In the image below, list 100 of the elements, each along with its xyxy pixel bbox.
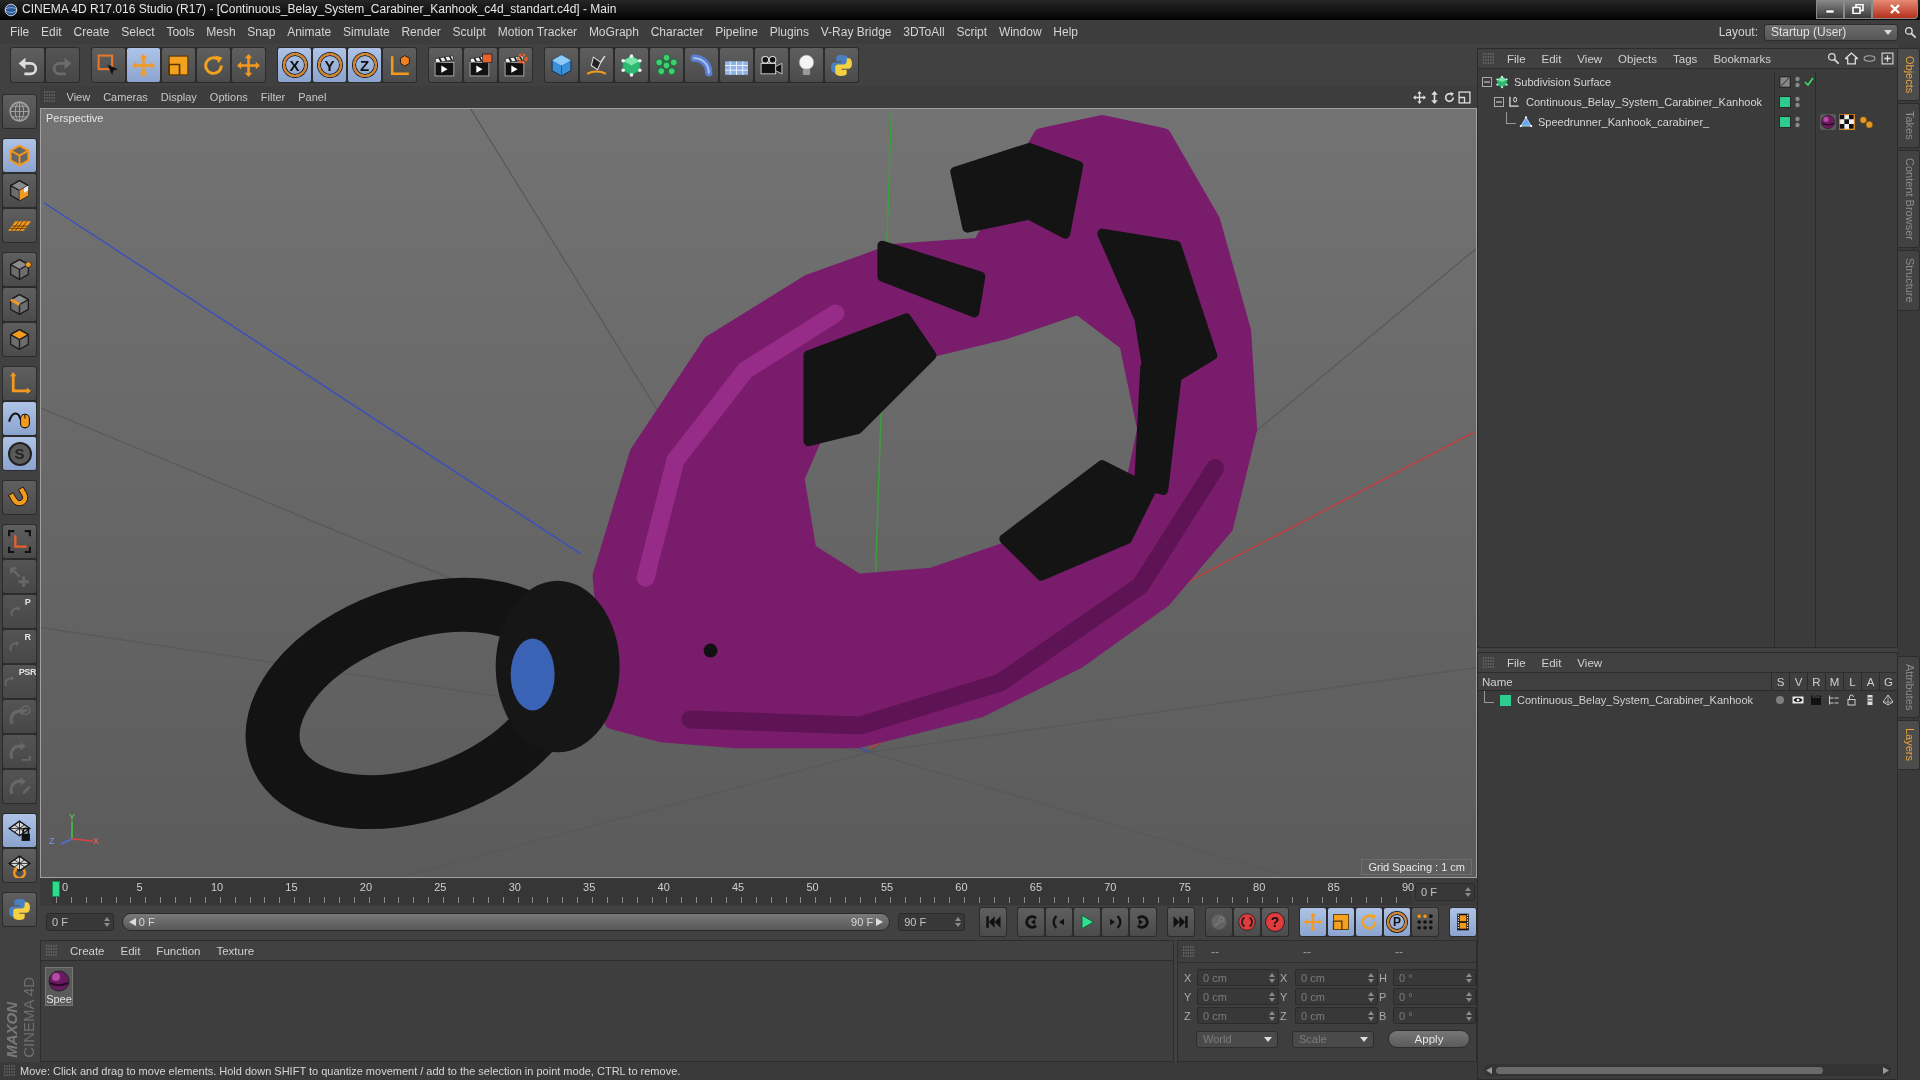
cloner-button[interactable] [650, 48, 683, 82]
menu-item[interactable]: Snap [241, 21, 282, 43]
layer-name[interactable]: Continuous_Belay_System_Carabiner_Kanhook [1517, 694, 1754, 706]
previous-key-button[interactable] [1018, 908, 1044, 936]
column-header[interactable]: Name [1478, 673, 1771, 690]
viewport-menu-item[interactable]: Display [154, 91, 204, 103]
menu-item[interactable]: Help [1047, 21, 1084, 43]
viewport-menu-item[interactable]: Panel [291, 91, 333, 103]
pen-button[interactable] [580, 48, 613, 82]
camera-button[interactable] [755, 48, 788, 82]
layer-color-icon[interactable] [1500, 694, 1511, 706]
floor-button[interactable] [720, 48, 753, 82]
menu-item[interactable]: 3DToAll [897, 21, 951, 43]
point-level-button[interactable] [1412, 908, 1438, 936]
autokey-button[interactable] [1234, 908, 1260, 936]
menu-item[interactable]: V-Ray Bridge [814, 21, 898, 43]
deformer-button[interactable] [685, 48, 718, 82]
menu-item[interactable]: File [4, 21, 36, 43]
parameter-key-button[interactable]: P [1384, 908, 1410, 936]
workplane-mode-button[interactable] [3, 209, 36, 242]
layer-menu-item[interactable]: File [1499, 656, 1534, 669]
layer-color-icon[interactable] [1779, 116, 1791, 128]
column-header[interactable]: G [1879, 673, 1897, 690]
scale-button[interactable] [162, 48, 195, 82]
column-header[interactable]: R [1807, 673, 1825, 690]
coordinate-system-button[interactable] [383, 48, 416, 82]
object-name[interactable]: Continuous_Belay_System_Carabiner_Kanhook [1526, 96, 1763, 108]
make-editable-button[interactable] [3, 95, 36, 128]
column-header[interactable]: V [1789, 673, 1807, 690]
object-menu-item[interactable]: File [1499, 52, 1534, 65]
object-menu-item[interactable]: Objects [1610, 52, 1666, 65]
preview-range-bar[interactable]: 0 F 90 F [121, 913, 891, 931]
menu-item[interactable]: Character [644, 21, 710, 43]
column-header[interactable]: S [1771, 673, 1789, 690]
menu-item[interactable]: Motion Tracker [491, 21, 583, 43]
cube-button[interactable] [545, 48, 578, 82]
current-frame-field[interactable]: 0 F [1415, 883, 1475, 901]
menu-item[interactable]: Edit [35, 21, 68, 43]
object-name[interactable]: Speedrunner_Kanhook_carabiner_ [1538, 116, 1710, 128]
menu-item[interactable]: Render [395, 21, 447, 43]
material-menu-item[interactable]: Function [148, 944, 209, 957]
column-header[interactable]: L [1843, 673, 1861, 690]
side-tab[interactable]: Layers [1898, 720, 1920, 770]
axis-lock-button[interactable]: Z [348, 48, 381, 82]
menu-item[interactable]: Mesh [200, 21, 242, 43]
render-settings-button[interactable] [499, 48, 532, 82]
lock-workplane-button[interactable] [3, 814, 36, 847]
menu-item[interactable]: Select [115, 21, 161, 43]
menu-item[interactable]: Window [993, 21, 1048, 43]
start-frame-field[interactable]: 0 F [46, 913, 114, 931]
next-key-button[interactable] [1130, 908, 1156, 936]
close-button[interactable] [1872, 0, 1918, 19]
viewport-menu-item[interactable]: Filter [254, 91, 292, 103]
live-selection-button[interactable] [92, 48, 125, 82]
menu-item[interactable]: Sculpt [446, 21, 492, 43]
tweak-mode-button[interactable] [3, 402, 36, 435]
layer-menu-item[interactable]: View [1569, 656, 1611, 669]
go-to-end-button[interactable] [1168, 908, 1194, 936]
viewport-menu-item[interactable]: Cameras [96, 91, 155, 103]
material-menu-item[interactable]: Edit [112, 944, 149, 957]
object-menu-item[interactable]: Tags [1665, 52, 1706, 65]
axis-lock-button[interactable]: Y [313, 48, 346, 82]
next-frame-button[interactable] [1102, 908, 1128, 936]
material-menu-item[interactable]: Create [62, 944, 113, 957]
object-menu-item[interactable]: Edit [1533, 52, 1570, 65]
viewport-menu-item[interactable]: Options [203, 91, 255, 103]
collapse-icon[interactable] [1482, 77, 1492, 87]
layer-color-icon[interactable] [1779, 96, 1791, 108]
layer-menu-item[interactable]: Edit [1533, 656, 1570, 669]
texture-mode-button[interactable] [3, 174, 36, 207]
end-frame-field[interactable]: 90 F [898, 913, 965, 931]
python-button[interactable] [3, 893, 36, 926]
align-workplane-button[interactable] [3, 849, 36, 882]
object-name[interactable]: Subdivision Surface [1514, 76, 1612, 88]
layout-dropdown[interactable]: Startup (User) [1764, 23, 1898, 41]
check-icon[interactable] [1804, 77, 1814, 87]
undo-button[interactable] [11, 48, 44, 82]
viewport-menu-item[interactable]: View [60, 91, 97, 103]
material-menu-item[interactable]: Texture [208, 944, 263, 957]
rotate-button[interactable] [197, 48, 230, 82]
menu-item[interactable]: Plugins [763, 21, 815, 43]
light-button[interactable] [790, 48, 823, 82]
axis-lock-button[interactable]: X [278, 48, 311, 82]
recent-tool-button[interactable] [232, 48, 265, 82]
menu-item[interactable]: Tools [160, 21, 201, 43]
workplane-axis-button[interactable] [3, 525, 36, 558]
render-viewer-button[interactable] [464, 48, 497, 82]
polygons-mode-button[interactable] [3, 323, 36, 356]
scrollbar-thumb[interactable] [1496, 1066, 1823, 1074]
horizontal-scrollbar[interactable] [1484, 1064, 1891, 1076]
axis-mode-button[interactable] [3, 367, 36, 400]
restore-button[interactable] [1844, 0, 1872, 19]
column-header[interactable]: A [1861, 673, 1879, 690]
side-tab[interactable]: Objects [1898, 48, 1920, 102]
model-mode-button[interactable] [3, 139, 36, 172]
key-selection-button[interactable]: ? [1262, 908, 1288, 936]
collapse-icon[interactable] [1494, 97, 1504, 107]
menu-item[interactable]: Script [950, 21, 993, 43]
play-button[interactable] [1074, 908, 1100, 936]
object-menu-item[interactable]: Bookmarks [1705, 52, 1779, 65]
